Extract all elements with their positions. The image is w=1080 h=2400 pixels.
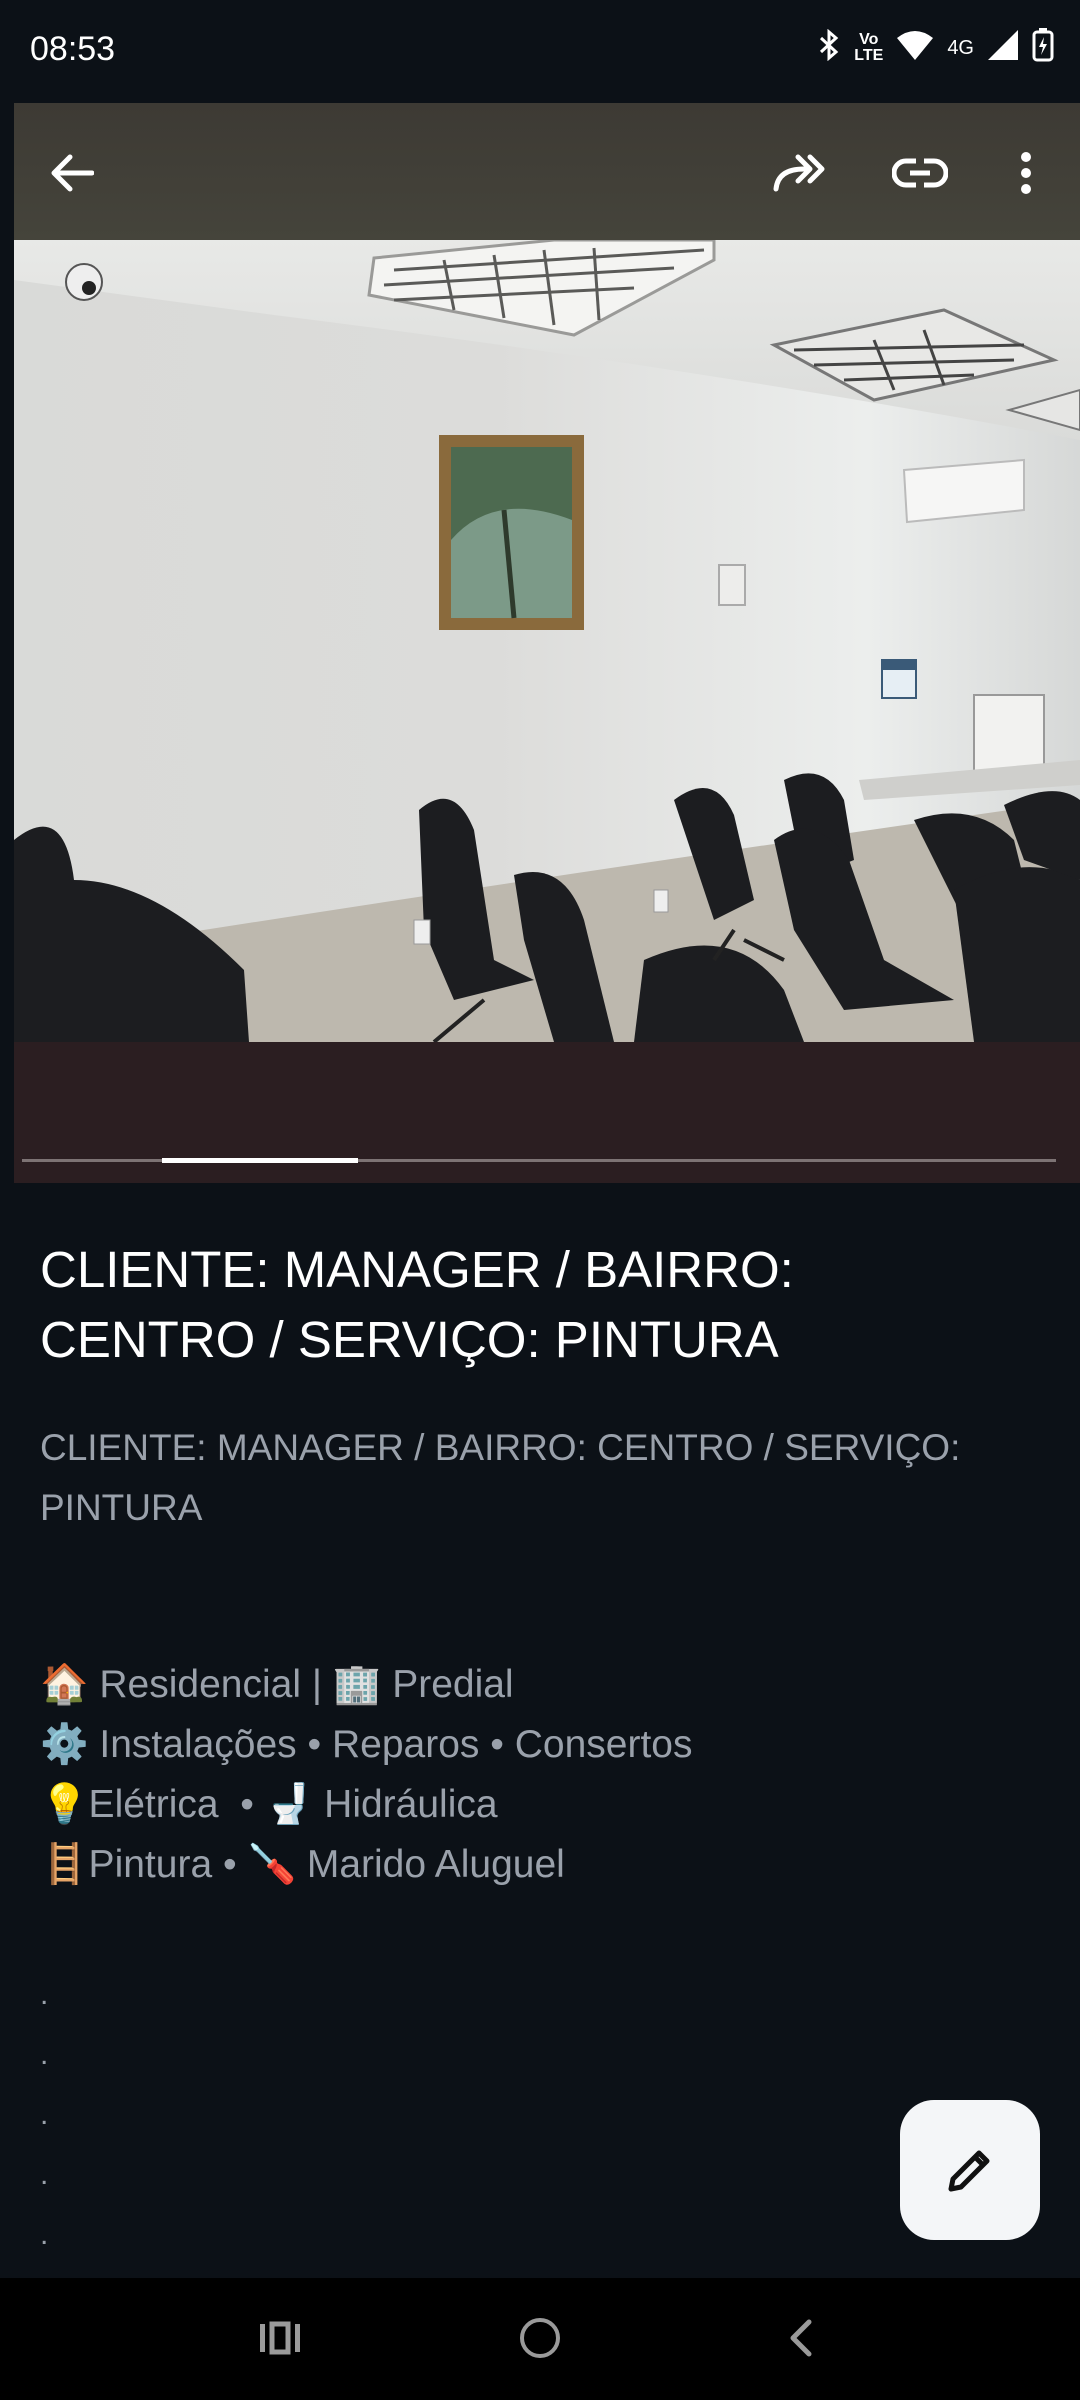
- system-nav-bar: [0, 2278, 1080, 2400]
- bluetooth-icon: [818, 28, 840, 67]
- chevron-back-icon: [790, 2319, 812, 2357]
- home-circle-icon: [520, 2318, 560, 2358]
- link-icon: [892, 158, 948, 188]
- description-line: ⚙️ Instalações • Reparos • Consertos: [40, 1723, 693, 1766]
- post-title: CLIENTE: MANAGER / BAIRRO: CENTRO / SERV…: [40, 1241, 794, 1368]
- image-gallery[interactable]: [14, 103, 1080, 1183]
- recents-icon: [260, 2321, 300, 2355]
- nav-back-button[interactable]: [740, 2298, 860, 2378]
- edit-fab-button[interactable]: [900, 2100, 1040, 2240]
- trailing-dots: . . . . .: [40, 1965, 48, 2265]
- status-icons: Vo LTE 4G: [818, 28, 1054, 68]
- media-toolbar: [14, 103, 1080, 240]
- more-vert-icon: [1021, 152, 1031, 194]
- copy-link-button[interactable]: [880, 133, 960, 213]
- description-line: 🏠 Residencial | 🏢 Predial: [40, 1663, 514, 1706]
- dot: .: [40, 2098, 49, 2131]
- dot: .: [40, 1978, 49, 2011]
- back-button[interactable]: [32, 133, 112, 213]
- gallery-progress-fill: [161, 1158, 359, 1163]
- dot: .: [40, 2158, 49, 2191]
- volte-icon: Vo LTE: [854, 31, 884, 64]
- arrow-left-icon: [51, 154, 94, 192]
- post-description: 🏠 Residencial | 🏢 Predial ⚙️ Instalações…: [40, 1655, 1040, 1895]
- recents-button[interactable]: [220, 2298, 340, 2378]
- post-subtitle: CLIENTE: MANAGER / BAIRRO: CENTRO / SERV…: [40, 1427, 961, 1528]
- gallery-progress: [22, 1158, 1056, 1163]
- signal-icon: [988, 30, 1018, 66]
- dot: .: [40, 2218, 49, 2251]
- dot: .: [40, 2038, 49, 2071]
- share-forward-icon: [773, 154, 825, 192]
- 4g-icon: 4G: [947, 37, 974, 59]
- status-time: 08:53: [30, 30, 116, 68]
- more-options-button[interactable]: [986, 133, 1066, 213]
- status-bar: 08:53 Vo LTE 4G: [0, 0, 1080, 103]
- room-photo: [14, 240, 1080, 1042]
- share-button[interactable]: [760, 133, 840, 213]
- pencil-edit-icon: [948, 2150, 990, 2192]
- description-line: 🪜Pintura • 🪛 Marido Aluguel: [40, 1843, 565, 1886]
- description-line: 💡Elétrica • 🚽 Hidráulica: [40, 1783, 498, 1826]
- home-button[interactable]: [480, 2298, 600, 2378]
- wifi-icon: [897, 30, 934, 66]
- battery-charging-icon: [1032, 28, 1054, 68]
